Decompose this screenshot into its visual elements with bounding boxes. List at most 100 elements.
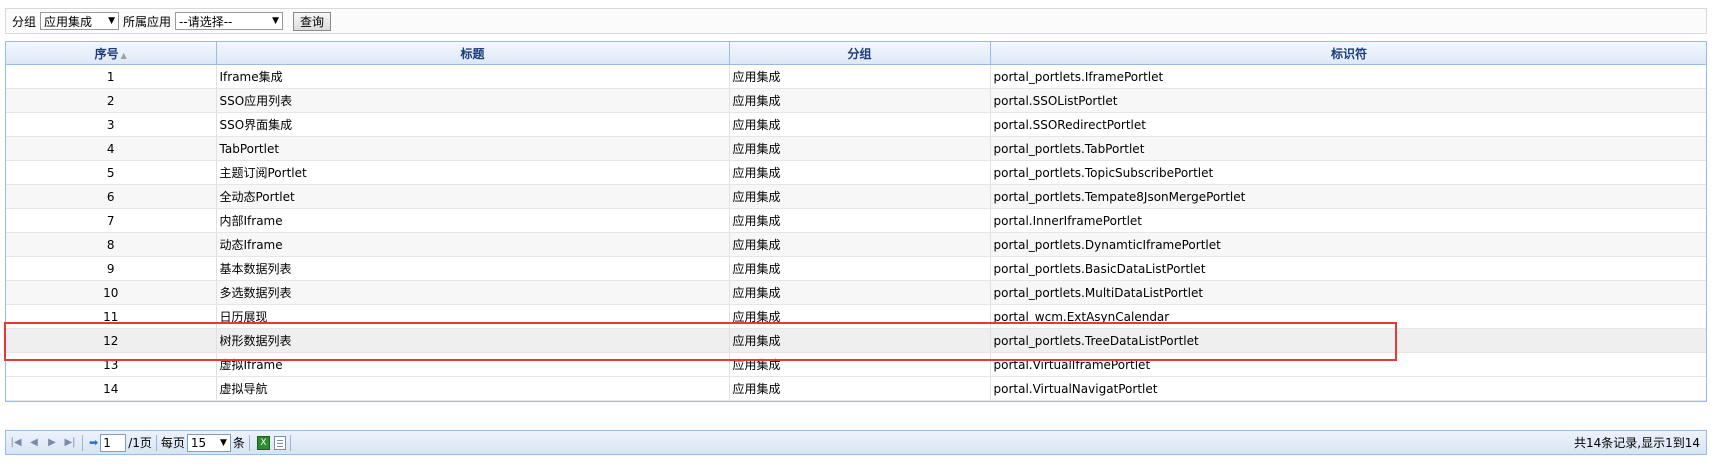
column-header-no[interactable]: 序号 ▲ (6, 42, 217, 65)
divider (82, 434, 83, 451)
chevron-down-icon: ▼ (272, 16, 280, 26)
cell-group: 应用集成 (729, 376, 991, 401)
table-row[interactable]: 7 内部Iframe 应用集成 portal.InnerIframePortle… (6, 208, 1706, 233)
app-select-value: --请选择-- (179, 14, 233, 29)
grid-header-row: 序号 ▲ 标题 分组 标识符 (6, 42, 1706, 65)
table-row[interactable]: 3 SSO界面集成 应用集成 portal.SSORedirectPortlet (6, 112, 1706, 137)
app-label: 所属应用 (123, 14, 172, 29)
next-page-icon[interactable]: ▶ (44, 435, 60, 451)
pagination-bar: |◀ ◀ ▶ ▶| ➡ 1 /1页 每页 15 ▼ 条 X 共14条记录,显示1… (5, 430, 1707, 455)
cell-no: 4 (6, 136, 217, 161)
divider (248, 434, 250, 451)
cell-no: 11 (6, 304, 217, 329)
cell-title: 基本数据列表 (216, 256, 730, 281)
cell-no: 13 (6, 352, 217, 377)
cell-no: 5 (6, 160, 217, 185)
cell-title: 全动态Portlet (216, 184, 730, 209)
cell-title: SSO应用列表 (216, 88, 730, 113)
column-header-group[interactable]: 分组 (729, 42, 991, 65)
cell-no: 9 (6, 256, 217, 281)
cell-group: 应用集成 (729, 328, 991, 353)
table-row[interactable]: 9 基本数据列表 应用集成 portal_portlets.BasicDataL… (6, 256, 1706, 281)
column-header-identifier[interactable]: 标识符 (990, 42, 1706, 65)
cell-identifier: portal_portlets.TreeDataListPortlet (990, 328, 1706, 353)
go-page-icon[interactable]: ➡ (89, 436, 98, 449)
cell-no: 8 (6, 232, 217, 257)
record-summary: 共14条记录,显示1到14 (1574, 436, 1700, 450)
cell-title: 树形数据列表 (216, 328, 730, 353)
cell-group: 应用集成 (729, 64, 991, 89)
cell-no: 10 (6, 280, 217, 305)
table-row[interactable]: 11 日历展现 应用集成 portal_wcm.ExtAsynCalendar (6, 304, 1706, 329)
page-number-input[interactable]: 1 (100, 433, 127, 452)
cell-title: 日历展现 (216, 304, 730, 329)
table-row[interactable]: 14 虚拟导航 应用集成 portal.VirtualNavigatPortle… (6, 376, 1706, 401)
cell-group: 应用集成 (729, 136, 991, 161)
first-page-icon[interactable]: |◀ (8, 435, 24, 451)
sort-asc-icon: ▲ (120, 50, 127, 60)
per-page-unit: 条 (232, 436, 245, 450)
export-excel-icon[interactable]: X (256, 435, 270, 450)
cell-identifier: portal.SSORedirectPortlet (990, 112, 1706, 137)
cell-no: 14 (6, 376, 217, 401)
per-page-select[interactable]: 15 ▼ (186, 433, 231, 452)
export-text-icon[interactable] (273, 435, 286, 450)
cell-group: 应用集成 (729, 256, 991, 281)
group-select-value: 应用集成 (44, 14, 93, 29)
cell-identifier: portal_portlets.TopicSubscribePortlet (990, 160, 1706, 185)
app-select[interactable]: --请选择-- ▼ (175, 12, 284, 30)
page-total: /1页 (128, 436, 152, 450)
cell-no: 1 (6, 64, 217, 89)
cell-title: 虚拟导航 (216, 376, 730, 401)
portlet-table: 序号 ▲ 标题 分组 标识符 1 Iframe集成 应用集成 portal_por… (6, 42, 1706, 401)
cell-title: 多选数据列表 (216, 280, 730, 305)
chevron-down-icon: ▼ (220, 437, 227, 448)
table-row-selected[interactable]: 12 树形数据列表 应用集成 portal_portlets.TreeDataL… (6, 328, 1706, 353)
cell-title: 主题订阅Portlet (216, 160, 730, 185)
prev-page-icon[interactable]: ◀ (26, 435, 42, 451)
per-page-label: 每页 (160, 436, 185, 450)
table-row[interactable]: 5 主题订阅Portlet 应用集成 portal_portlets.Topic… (6, 160, 1706, 185)
table-row[interactable]: 6 全动态Portlet 应用集成 portal_portlets.Tempat… (6, 184, 1706, 209)
cell-identifier: portal_portlets.BasicDataListPortlet (990, 256, 1706, 281)
cell-title: SSO界面集成 (216, 112, 730, 137)
chevron-down-icon: ▼ (108, 16, 116, 26)
table-row[interactable]: 2 SSO应用列表 应用集成 portal.SSOListPortlet (6, 88, 1706, 113)
group-select[interactable]: 应用集成 ▼ (40, 12, 120, 30)
divider (155, 434, 157, 451)
column-header-title[interactable]: 标题 (216, 42, 730, 65)
table-row[interactable]: 8 动态Iframe 应用集成 portal_portlets.Dynamtic… (6, 232, 1706, 257)
cell-no: 2 (6, 88, 217, 113)
cell-group: 应用集成 (729, 112, 991, 137)
cell-group: 应用集成 (729, 304, 991, 329)
table-row[interactable]: 13 虚拟Iframe 应用集成 portal.VirtualIframePor… (6, 352, 1706, 377)
cell-title: 内部Iframe (216, 208, 730, 233)
cell-identifier: portal.VirtualIframePortlet (990, 352, 1706, 377)
cell-group: 应用集成 (729, 352, 991, 377)
table-row[interactable]: 10 多选数据列表 应用集成 portal_portlets.MultiData… (6, 280, 1706, 305)
cell-identifier: portal.VirtualNavigatPortlet (990, 376, 1706, 401)
query-button[interactable]: 查询 (293, 11, 332, 31)
cell-group: 应用集成 (729, 232, 991, 257)
table-row[interactable]: 4 TabPortlet 应用集成 portal_portlets.TabPor… (6, 136, 1706, 161)
cell-identifier: portal.InnerIframePortlet (990, 208, 1706, 233)
cell-identifier: portal_portlets.DynamticIframePortlet (990, 232, 1706, 257)
cell-identifier: portal_portlets.IframePortlet (990, 64, 1706, 89)
table-row[interactable]: 1 Iframe集成 应用集成 portal_portlets.IframePo… (6, 64, 1706, 89)
cell-identifier: portal_wcm.ExtAsynCalendar (990, 304, 1706, 329)
cell-identifier: portal_portlets.TabPortlet (990, 136, 1706, 161)
cell-group: 应用集成 (729, 280, 991, 305)
cell-no: 3 (6, 112, 217, 137)
per-page-value: 15 (190, 435, 207, 450)
cell-identifier: portal_portlets.MultiDataListPortlet (990, 280, 1706, 305)
last-page-icon[interactable]: ▶| (62, 435, 78, 451)
cell-group: 应用集成 (729, 208, 991, 233)
cell-identifier: portal_portlets.Tempate8JsonMergePortlet (990, 184, 1706, 209)
cell-title: 虚拟Iframe (216, 352, 730, 377)
filter-toolbar: 分组 应用集成 ▼ 所属应用 --请选择-- ▼ 查询 (5, 8, 1707, 34)
portlet-grid: 序号 ▲ 标题 分组 标识符 1 Iframe集成 应用集成 portal_por… (5, 41, 1707, 402)
cell-no: 7 (6, 208, 217, 233)
cell-title: TabPortlet (216, 136, 730, 161)
cell-group: 应用集成 (729, 88, 991, 113)
cell-group: 应用集成 (729, 184, 991, 209)
